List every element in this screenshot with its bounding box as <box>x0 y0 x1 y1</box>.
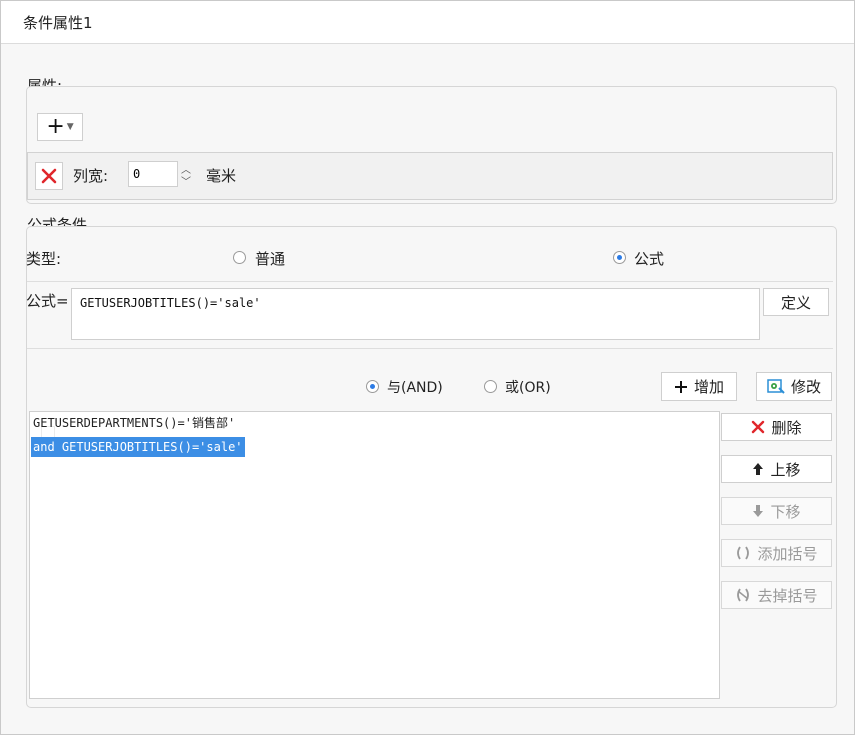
move-down-label: 下移 <box>770 502 801 521</box>
plus-icon: + <box>46 114 65 139</box>
add-bracket-label: 添加括号 <box>757 544 818 563</box>
type-normal-radio[interactable] <box>233 251 246 264</box>
remove-brackets-icon <box>735 588 751 602</box>
condition-list-item[interactable]: GETUSERDEPARTMENTS()='销售部' <box>31 413 237 433</box>
red-x-icon <box>41 168 57 184</box>
add-condition-button[interactable]: 增加 <box>661 372 737 401</box>
delete-condition-button[interactable]: 删除 <box>721 413 832 441</box>
move-up-label: 上移 <box>770 460 801 479</box>
formula-input[interactable]: GETUSERJOBTITLES()='sale' <box>71 288 760 340</box>
modify-condition-button[interactable]: 修改 <box>756 372 832 401</box>
condition-list-item-selected[interactable]: and GETUSERJOBTITLES()='sale' <box>31 437 245 457</box>
add-bracket-button[interactable]: 添加括号 <box>721 539 832 567</box>
arrow-up-icon <box>752 462 764 476</box>
and-radio[interactable] <box>366 380 379 393</box>
dropdown-arrow-icon: ▼ <box>66 122 74 132</box>
add-attribute-button[interactable]: + ▼ <box>37 113 83 141</box>
type-normal-label[interactable]: 普通 <box>255 248 285 269</box>
remove-bracket-label: 去掉括号 <box>757 586 818 605</box>
or-radio[interactable] <box>484 380 497 393</box>
brackets-icon <box>735 546 751 560</box>
formula-label: 公式= <box>26 292 69 310</box>
define-button[interactable]: 定义 <box>763 288 829 316</box>
dialog-title: 条件属性1 <box>23 14 93 32</box>
type-label: 类型: <box>26 250 62 268</box>
move-down-button[interactable]: 下移 <box>721 497 832 525</box>
divider <box>27 281 833 282</box>
or-label[interactable]: 或(OR) <box>505 377 551 397</box>
red-x-icon <box>751 420 765 434</box>
delete-label: 删除 <box>771 418 802 437</box>
unit-label: 毫米 <box>206 167 237 185</box>
modify-condition-label: 修改 <box>790 378 821 396</box>
column-width-spinner[interactable]: ︿ ﹀ <box>178 161 198 188</box>
column-width-label: 列宽: <box>73 167 109 185</box>
edit-gear-icon <box>767 378 785 395</box>
title-bar: 条件属性1 <box>1 1 854 44</box>
divider <box>27 348 833 349</box>
type-formula-radio[interactable] <box>613 251 626 264</box>
add-condition-label: 增加 <box>693 378 724 396</box>
column-width-input[interactable] <box>128 161 178 187</box>
arrow-down-icon <box>752 504 764 518</box>
type-formula-label[interactable]: 公式 <box>634 248 664 269</box>
delete-attribute-button[interactable] <box>35 162 63 190</box>
and-label[interactable]: 与(AND) <box>387 377 443 397</box>
condition-attribute-dialog: 条件属性1 属性: +▼ 列宽: ︿ ﹀ 毫米 公式条件 类型: 普通 公式 公… <box>0 0 855 735</box>
move-up-button[interactable]: 上移 <box>721 455 832 483</box>
plus-icon <box>674 380 688 394</box>
spin-down-icon[interactable]: ﹀ <box>181 173 191 188</box>
remove-bracket-button[interactable]: 去掉括号 <box>721 581 832 609</box>
